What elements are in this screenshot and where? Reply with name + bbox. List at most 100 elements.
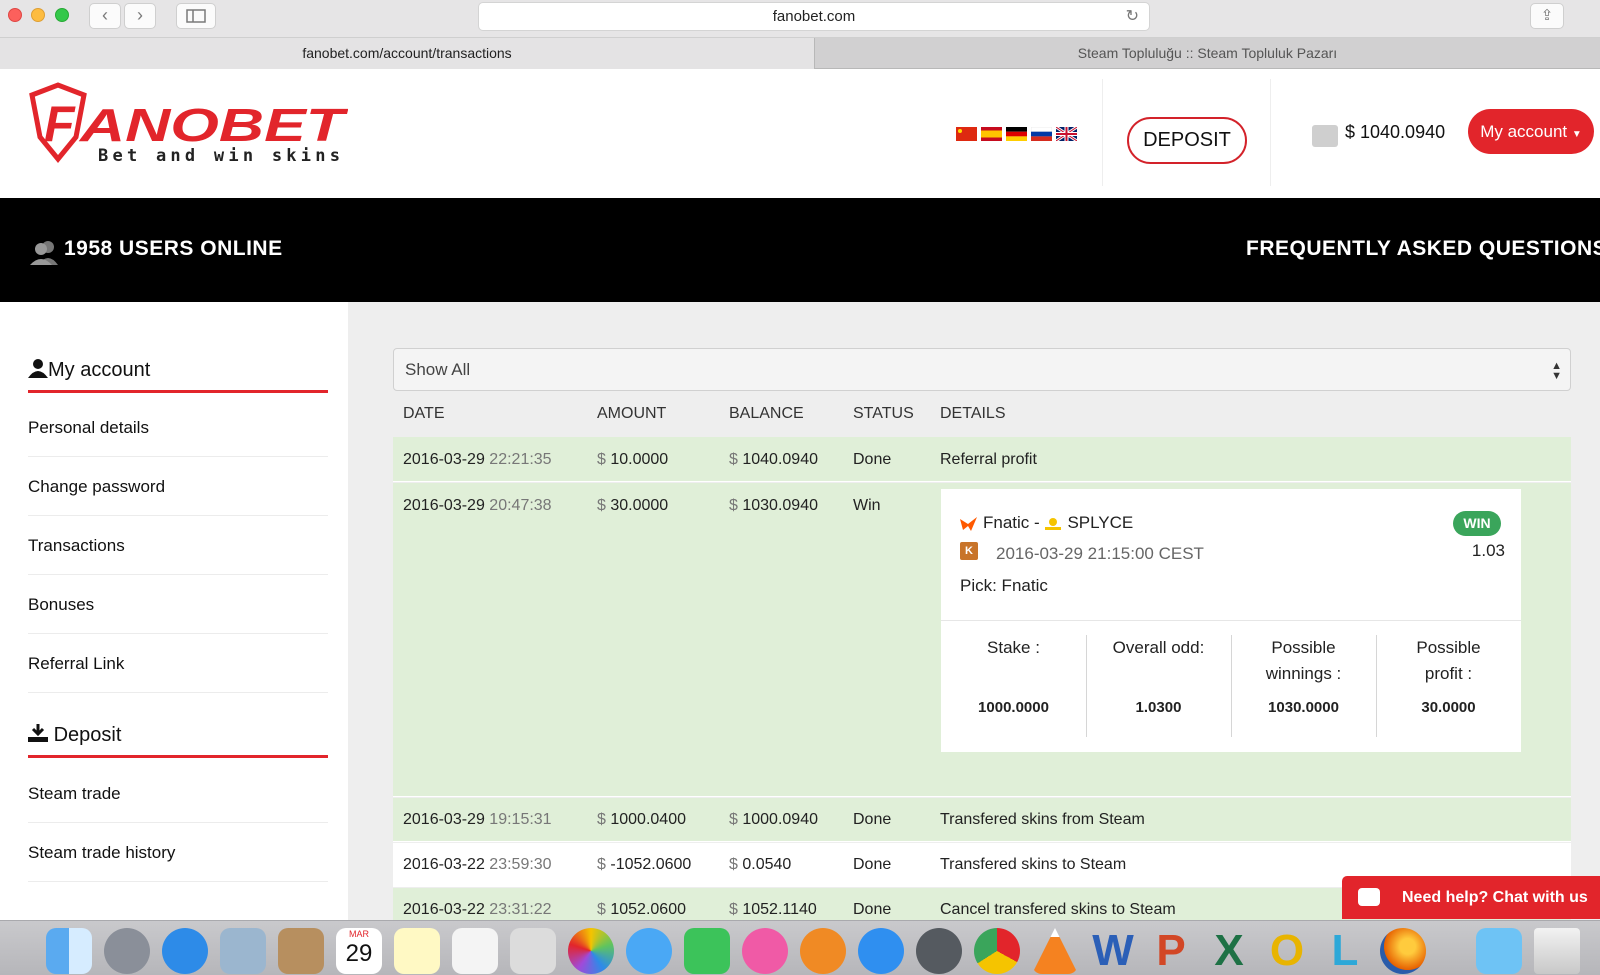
header-divider xyxy=(1102,79,1103,186)
bet-pick: Pick: Fnatic xyxy=(960,576,1048,595)
users-icon xyxy=(30,241,58,265)
header-divider xyxy=(1270,79,1271,186)
mail-icon[interactable] xyxy=(220,928,266,974)
chat-label: Need help? Chat with us xyxy=(1402,889,1588,906)
system-preferences-icon[interactable] xyxy=(916,928,962,974)
trash-icon[interactable] xyxy=(1534,928,1580,974)
powerpoint-icon[interactable]: P xyxy=(1148,928,1194,974)
select-arrows-icon: ▲ ▼ xyxy=(1551,360,1562,382)
match-time: 2016-03-29 21:15:00 CEST xyxy=(996,544,1204,563)
live-chat-button[interactable]: Need help? Chat with us xyxy=(1342,876,1600,919)
facetime-icon[interactable] xyxy=(684,928,730,974)
outlook-icon[interactable]: O xyxy=(1264,928,1310,974)
ibooks-icon[interactable] xyxy=(800,928,846,974)
chevron-left-icon: ‹ xyxy=(102,5,108,25)
word-icon[interactable]: W xyxy=(1090,928,1136,974)
filter-selected-value: Show All xyxy=(405,360,471,379)
my-account-label: My account xyxy=(1480,122,1568,141)
flag-germany-icon[interactable] xyxy=(1006,127,1027,141)
excel-icon[interactable]: X xyxy=(1206,928,1252,974)
tab-transactions[interactable]: fanobet.com/account/transactions xyxy=(0,38,815,69)
row-amount: $ -1052.0600 xyxy=(597,856,692,873)
flag-uk-icon[interactable] xyxy=(1056,127,1077,141)
sidebar-item-bonuses[interactable]: Bonuses xyxy=(28,575,328,634)
row-status: Done xyxy=(853,451,892,468)
back-button[interactable]: ‹ xyxy=(89,3,121,29)
row-details: Cancel transfered skins to Steam xyxy=(940,901,1176,918)
sidebar-item-transactions[interactable]: Transactions xyxy=(28,516,328,575)
stat-possible-winnings: Possible winnings : 1030.0000 xyxy=(1231,635,1376,737)
safari-icon[interactable] xyxy=(162,928,208,974)
row-status: Win xyxy=(853,497,881,514)
caret-down-icon: ▼ xyxy=(1571,129,1582,140)
svg-text:Bet and win skins: Bet and win skins xyxy=(98,146,340,166)
my-account-button[interactable]: My account ▼ xyxy=(1468,109,1594,154)
transaction-filter-select[interactable]: Show All ▲ ▼ xyxy=(393,348,1571,391)
row-status: Done xyxy=(853,811,892,828)
header-balance: $ 1040.0940 xyxy=(1345,122,1446,142)
downloads-folder-icon[interactable] xyxy=(1476,928,1522,974)
row-balance: $ 1052.1140 xyxy=(729,901,817,918)
csgo-game-icon: K xyxy=(960,542,978,560)
language-flags xyxy=(956,127,1077,141)
sidebar-item-steam-trade[interactable]: Steam trade xyxy=(28,764,328,823)
app-store-icon[interactable] xyxy=(858,928,904,974)
url-text: fanobet.com xyxy=(772,8,856,25)
tab-steam-market[interactable]: Steam Topluluğu :: Steam Topluluk Pazarı xyxy=(815,38,1600,69)
table-row: 2016-03-29 22:21:35 $ 10.0000 $ 1040.094… xyxy=(393,437,1571,482)
column-header-amount: AMOUNT xyxy=(597,405,667,422)
vlc-icon[interactable] xyxy=(1032,928,1078,974)
bet-details-card: Fnatic - SPLYCE K 2016-03-29 21:15:00 CE… xyxy=(941,489,1521,752)
share-button[interactable]: ⇪ xyxy=(1530,3,1564,29)
flag-russia-icon[interactable] xyxy=(1031,127,1052,141)
deposit-button[interactable]: DEPOSIT xyxy=(1127,117,1247,164)
row-amount: $ 1052.0600 xyxy=(597,901,686,918)
sidebar-item-change-password[interactable]: Change password xyxy=(28,457,328,516)
column-header-date: DATE xyxy=(403,405,445,422)
site-header: F ANOBET Bet and win skins DEPOSIT $ 104… xyxy=(0,69,1600,198)
window-zoom-button[interactable] xyxy=(55,8,69,22)
deposit-icon xyxy=(28,724,48,742)
account-sidebar: My account Personal details Change passw… xyxy=(0,302,348,922)
sidebar-item-personal-details[interactable]: Personal details xyxy=(28,398,328,457)
deposit-heading: Deposit xyxy=(28,724,328,758)
itunes-icon[interactable] xyxy=(742,928,788,974)
lync-icon[interactable]: L xyxy=(1322,928,1368,974)
preview-icon[interactable] xyxy=(510,928,556,974)
share-icon: ⇪ xyxy=(1540,7,1554,24)
reload-icon[interactable]: ↻ xyxy=(1126,3,1139,31)
stat-label: Possible winnings : xyxy=(1265,638,1342,683)
calendar-icon[interactable]: MAR 29 xyxy=(336,928,382,974)
stat-possible-profit: Possible profit : 30.0000 xyxy=(1376,635,1521,737)
users-online-count: 1958 USERS ONLINE xyxy=(64,237,283,260)
contacts-icon[interactable] xyxy=(278,928,324,974)
window-close-button[interactable] xyxy=(8,8,22,22)
firefox-icon[interactable] xyxy=(1380,928,1426,974)
row-status: Done xyxy=(853,856,892,873)
faq-link[interactable]: FREQUENTLY ASKED QUESTIONS xyxy=(1246,237,1600,261)
stat-stake: Stake : 1000.0000 xyxy=(941,635,1086,737)
messages-icon[interactable] xyxy=(626,928,672,974)
stat-label: Overall odd: xyxy=(1112,638,1205,657)
svg-text:ANOBET: ANOBET xyxy=(79,99,348,151)
sidebar-toggle-button[interactable] xyxy=(176,3,216,29)
window-minimize-button[interactable] xyxy=(31,8,45,22)
transactions-panel: Show All ▲ ▼ DATE AMOUNT BALANCE STATUS D… xyxy=(348,302,1600,922)
sidebar-item-steam-trade-history[interactable]: Steam trade history xyxy=(28,823,328,882)
launchpad-icon[interactable] xyxy=(104,928,150,974)
photos-icon[interactable] xyxy=(568,928,614,974)
finder-icon[interactable] xyxy=(46,928,92,974)
sidebar-icon xyxy=(186,9,206,23)
chrome-icon[interactable] xyxy=(974,928,1020,974)
notes-icon[interactable] xyxy=(394,928,440,974)
address-bar[interactable]: fanobet.com ↻ xyxy=(478,2,1150,31)
row-status: Done xyxy=(853,901,892,918)
flag-spain-icon[interactable] xyxy=(981,127,1002,141)
sidebar-item-referral-link[interactable]: Referral Link xyxy=(28,634,328,693)
row-balance: $ 1040.0940 xyxy=(729,451,818,468)
fanobet-logo[interactable]: F ANOBET Bet and win skins xyxy=(28,81,348,167)
forward-button[interactable]: › xyxy=(124,3,156,29)
reminders-icon[interactable] xyxy=(452,928,498,974)
table-row: 2016-03-29 19:15:31 $ 1000.0400 $ 1000.0… xyxy=(393,798,1571,842)
flag-china-icon[interactable] xyxy=(956,127,977,141)
